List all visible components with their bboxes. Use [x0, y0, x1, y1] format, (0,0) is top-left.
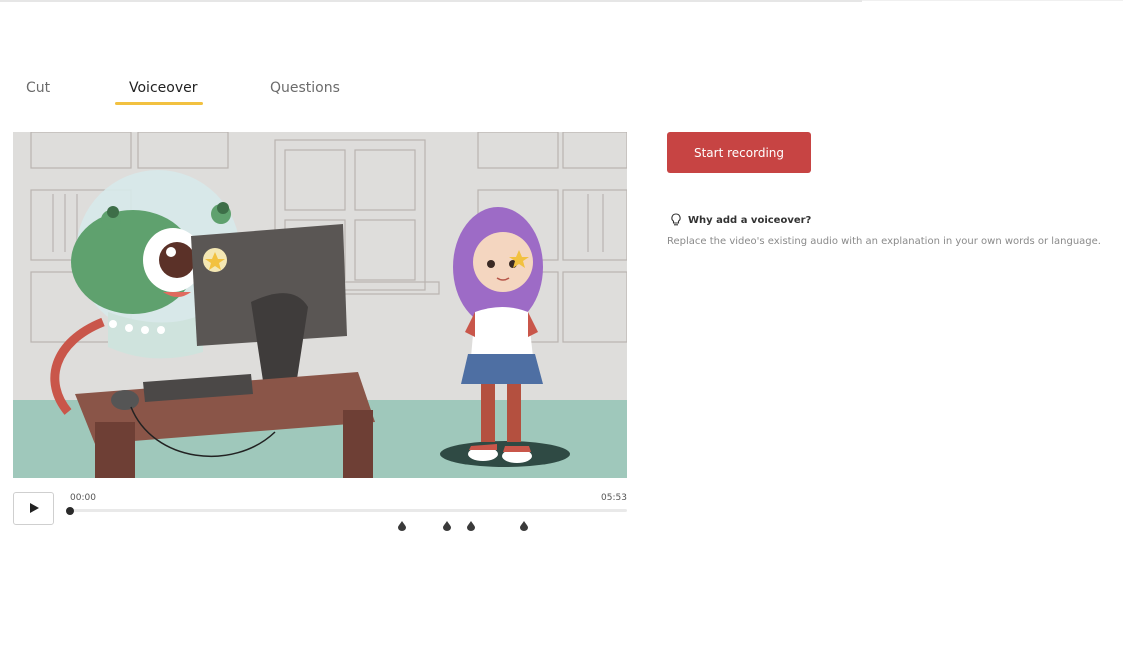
- play-icon: [28, 499, 40, 518]
- top-progress-line: [0, 0, 862, 2]
- current-time: 00:00: [70, 493, 96, 503]
- timeline-playhead[interactable]: [66, 507, 74, 515]
- video-timeline[interactable]: [70, 509, 627, 512]
- question-marker[interactable]: [467, 516, 475, 531]
- help-description: Replace the video's existing audio with …: [667, 236, 1101, 247]
- editor-tabs: Cut Voiceover Questions: [0, 76, 360, 108]
- video-duration: 05:53: [601, 493, 627, 503]
- question-marker[interactable]: [443, 516, 451, 531]
- start-recording-button[interactable]: Start recording: [667, 132, 811, 173]
- voiceover-help: Why add a voiceover?: [670, 211, 811, 230]
- tab-cut[interactable]: Cut: [26, 80, 50, 96]
- question-marker[interactable]: [520, 516, 528, 531]
- video-thumbnail-illustration: [13, 132, 627, 478]
- play-button[interactable]: [13, 492, 54, 525]
- video-frame[interactable]: [13, 132, 627, 478]
- question-marker[interactable]: [398, 516, 406, 531]
- tab-voiceover[interactable]: Voiceover: [129, 80, 197, 96]
- tab-questions[interactable]: Questions: [270, 80, 340, 96]
- lightbulb-icon: [670, 211, 682, 230]
- active-tab-indicator: [115, 102, 203, 105]
- top-divider: [862, 0, 1123, 1]
- help-title: Why add a voiceover?: [688, 215, 812, 226]
